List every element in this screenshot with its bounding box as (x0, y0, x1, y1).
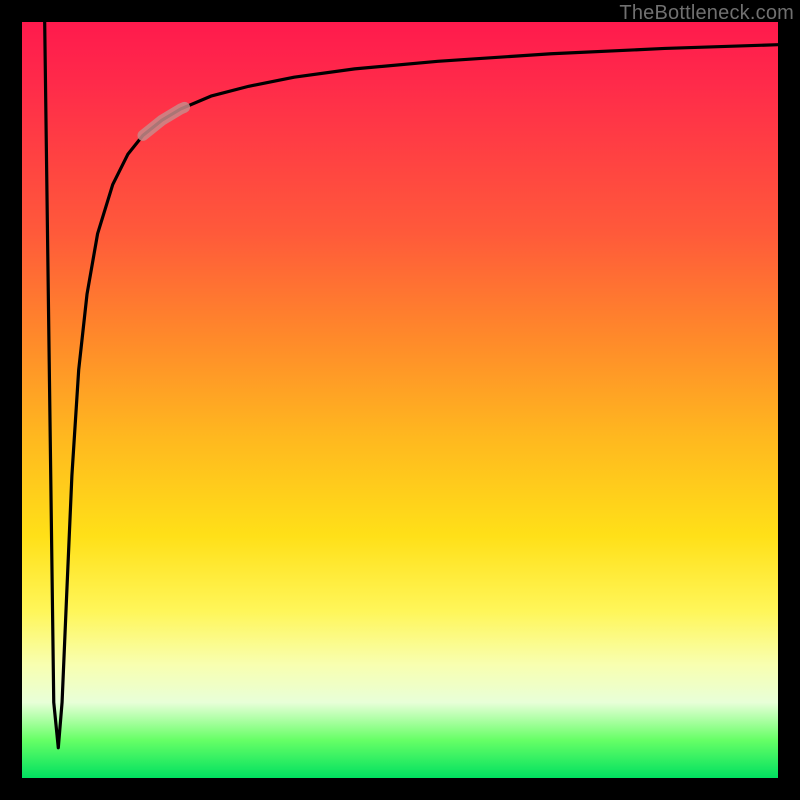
chart-frame: TheBottleneck.com (0, 0, 800, 800)
watermark-text: TheBottleneck.com (619, 2, 794, 25)
plot-area (22, 22, 778, 778)
